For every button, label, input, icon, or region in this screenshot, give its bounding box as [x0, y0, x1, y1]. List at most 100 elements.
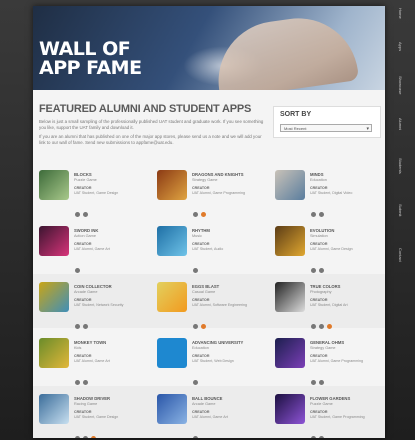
app-name[interactable]: SHADOW DRIVER	[74, 396, 110, 401]
app-name[interactable]: RHYTHM	[192, 228, 210, 233]
app-thumbnail[interactable]	[275, 170, 305, 200]
store-badge-icon[interactable]	[75, 436, 80, 438]
app-card[interactable]: SHADOW DRIVER Racing Game CREATOR UAT Stude…	[39, 394, 149, 438]
store-badge-icon[interactable]	[193, 268, 198, 273]
side-tab-2[interactable]: Showcase	[391, 76, 403, 94]
app-dev: UAT Student, Web Design	[192, 359, 234, 363]
app-card[interactable]: BLOCKS Puzzle Game CREATOR UAT Student, Gam…	[39, 170, 149, 217]
store-badges	[75, 204, 91, 222]
app-thumbnail[interactable]	[275, 226, 305, 256]
app-card[interactable]: DRAGONS AND KNIGHTS Strategy Game CREATOR U…	[157, 170, 267, 217]
app-name[interactable]: BLOCKS	[74, 172, 92, 177]
app-thumbnail[interactable]	[39, 170, 69, 200]
store-badge-icon[interactable]	[201, 212, 206, 217]
store-badge-icon[interactable]	[193, 324, 198, 329]
app-thumbnail[interactable]	[275, 394, 305, 424]
app-sub: Arcade Game	[192, 402, 216, 406]
app-dev: UAT Alumni, Game Art	[74, 359, 110, 363]
web-page: WALL OF APP FAME FEATURED ALUMNI AND STU…	[33, 6, 385, 438]
app-card[interactable]: MINDS Education CREATOR UAT Student, Digita…	[275, 170, 385, 217]
app-thumbnail[interactable]	[157, 170, 187, 200]
app-name[interactable]: ADVANCING UNIVERSITY	[192, 340, 243, 345]
store-badge-icon[interactable]	[91, 436, 96, 438]
app-sub: Kids	[74, 346, 82, 350]
app-card[interactable]: COIN COLLECTOR Arcade Game CREATOR UAT Stud…	[39, 282, 149, 329]
store-badge-icon[interactable]	[311, 380, 316, 385]
app-name[interactable]: EGGS BLAST	[192, 284, 219, 289]
store-badge-icon[interactable]	[75, 212, 80, 217]
app-name[interactable]: FLOWER GARDENS	[310, 396, 350, 401]
app-sub: Education	[192, 346, 209, 350]
app-sub: Music	[192, 234, 202, 238]
app-thumbnail[interactable]	[39, 226, 69, 256]
store-badge-icon[interactable]	[83, 212, 88, 217]
intro-paragraph-2: If you are an alumni that has published …	[39, 134, 262, 145]
app-thumbnail[interactable]	[39, 394, 69, 424]
store-badge-icon[interactable]	[327, 324, 332, 329]
app-name[interactable]: GENERAL OHMS	[310, 340, 344, 345]
app-card[interactable]: FLOWER GARDENS Puzzle Game CREATOR UAT Stud…	[275, 394, 385, 438]
store-badge-icon[interactable]	[311, 324, 316, 329]
app-card[interactable]: RHYTHM Music CREATOR UAT Student, Audio	[157, 226, 267, 273]
app-sub: Action Game	[74, 234, 96, 238]
app-card[interactable]: MONKEY TOWN Kids CREATOR UAT Alumni, Game A…	[39, 338, 149, 385]
app-thumbnail[interactable]	[157, 226, 187, 256]
hero-title: WALL OF APP FAME	[39, 38, 142, 79]
app-thumbnail[interactable]	[39, 338, 69, 368]
store-badges	[193, 204, 209, 222]
app-sub: Racing Game	[74, 402, 98, 406]
app-thumbnail[interactable]	[157, 282, 187, 312]
store-badge-icon[interactable]	[83, 380, 88, 385]
store-badge-icon[interactable]	[319, 212, 324, 217]
app-card[interactable]: EGGS BLAST Casual Game CREATOR UAT Alumni, …	[157, 282, 267, 329]
app-card[interactable]: GENERAL OHMS Strategy Game CREATOR UAT Alum…	[275, 338, 385, 385]
app-thumbnail[interactable]	[39, 282, 69, 312]
app-name[interactable]: EVOLUTION	[310, 228, 334, 233]
app-name[interactable]: MINDS	[310, 172, 324, 177]
app-card[interactable]: TRUE COLORS Photography CREATOR UAT Student…	[275, 282, 385, 329]
app-name[interactable]: SWORD INK	[74, 228, 98, 233]
store-badges	[75, 316, 91, 334]
store-badge-icon[interactable]	[193, 436, 198, 438]
app-name[interactable]: MONKEY TOWN	[74, 340, 106, 345]
app-by: CREATOR	[74, 186, 92, 190]
app-card[interactable]: BALL BOUNCE Arcade Game CREATOR UAT Alumni,…	[157, 394, 267, 438]
side-tab-5[interactable]: Submit	[391, 204, 403, 216]
store-badge-icon[interactable]	[75, 380, 80, 385]
store-badge-icon[interactable]	[319, 380, 324, 385]
app-thumbnail[interactable]	[275, 282, 305, 312]
store-badge-icon[interactable]	[311, 268, 316, 273]
side-tab-6[interactable]: Contact	[391, 248, 403, 262]
store-badge-icon[interactable]	[193, 212, 198, 217]
store-badge-icon[interactable]	[193, 380, 198, 385]
store-badges	[75, 372, 91, 390]
side-tab-0[interactable]: Home	[391, 8, 403, 19]
store-badge-icon[interactable]	[75, 268, 80, 273]
app-by: CREATOR	[192, 410, 210, 414]
store-badge-icon[interactable]	[319, 268, 324, 273]
app-card[interactable]: SWORD INK Action Game CREATOR UAT Alumni, G…	[39, 226, 149, 273]
store-badge-icon[interactable]	[319, 436, 324, 438]
store-badge-icon[interactable]	[75, 324, 80, 329]
app-thumbnail[interactable]	[157, 394, 187, 424]
app-thumbnail[interactable]	[157, 338, 187, 368]
side-tab-4[interactable]: Students	[391, 158, 403, 174]
side-tab-1[interactable]: Apps	[391, 42, 403, 51]
store-badge-icon[interactable]	[83, 324, 88, 329]
side-tab-3[interactable]: Alumni	[391, 118, 403, 130]
app-name[interactable]: TRUE COLORS	[310, 284, 340, 289]
app-thumbnail[interactable]	[275, 338, 305, 368]
app-card[interactable]: ADVANCING UNIVERSITY Education CREATOR UAT …	[157, 338, 267, 385]
app-name[interactable]: COIN COLLECTOR	[74, 284, 112, 289]
store-badges	[311, 428, 327, 438]
store-badge-icon[interactable]	[311, 212, 316, 217]
store-badge-icon[interactable]	[201, 324, 206, 329]
app-sub: Simulation	[310, 234, 328, 238]
store-badge-icon[interactable]	[311, 436, 316, 438]
app-name[interactable]: DRAGONS AND KNIGHTS	[192, 172, 244, 177]
store-badge-icon[interactable]	[83, 436, 88, 438]
sort-select[interactable]: Most Recent ▾	[280, 124, 372, 132]
store-badge-icon[interactable]	[319, 324, 324, 329]
app-name[interactable]: BALL BOUNCE	[192, 396, 222, 401]
app-card[interactable]: EVOLUTION Simulation CREATOR UAT Alumni, Ga…	[275, 226, 385, 273]
